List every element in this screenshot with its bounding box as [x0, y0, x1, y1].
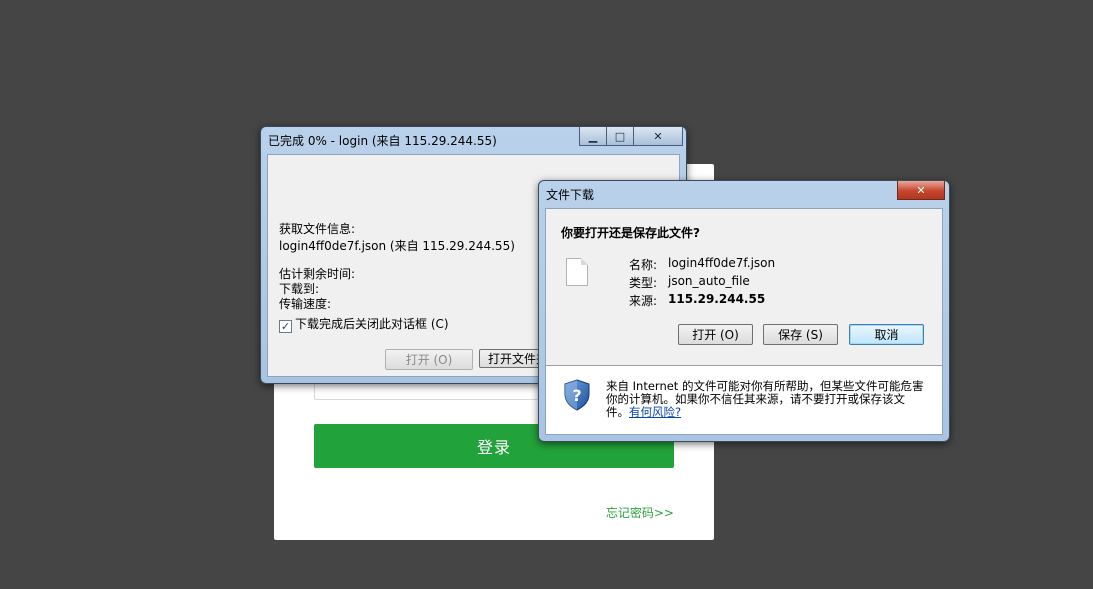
shield-icon: ? — [564, 379, 590, 411]
warning-panel: ? 来自 Internet 的文件可能对你有所帮助，但某些文件可能危害你的计算机… — [546, 366, 942, 434]
progress-close-button[interactable]: ✕ — [633, 127, 683, 146]
open-button[interactable]: 打开 (O) — [678, 324, 753, 345]
progress-titlebar[interactable]: 已完成 0% - login (来自 115.29.244.55) ▁ □ ✕ — [261, 127, 686, 153]
maximize-icon: □ — [614, 129, 626, 143]
speed-label: 传输速度: — [279, 297, 332, 311]
close-on-complete-checkbox[interactable]: ✓ 下载完成后关闭此对话框 (C) — [279, 315, 449, 333]
svg-text:?: ? — [572, 386, 581, 405]
source-value: 115.29.244.55 — [668, 292, 766, 306]
minimize-icon: ▁ — [588, 129, 598, 143]
type-label: 类型: — [629, 276, 658, 290]
forgot-password-link[interactable]: 忘记密码>> — [606, 504, 674, 521]
status-label: 获取文件信息: — [279, 222, 356, 236]
source-label: 来源: — [629, 294, 658, 308]
close-on-complete-label: 下载完成后关闭此对话框 (C) — [295, 317, 449, 331]
dialog-titlebar[interactable]: 文件下载 ✕ — [539, 181, 949, 207]
save-button[interactable]: 保存 (S) — [763, 324, 838, 345]
file-download-dialog: 文件下载 ✕ 你要打开还是保存此文件? 名称: login4ff0de7f.js… — [538, 180, 950, 442]
dialog-close-button[interactable]: ✕ — [897, 181, 945, 200]
name-label: 名称: — [629, 258, 658, 272]
risk-link[interactable]: 有何风险? — [629, 405, 681, 419]
dialog-question: 你要打开还是保存此文件? — [561, 226, 700, 240]
type-value: json_auto_file — [668, 274, 750, 288]
file-line: login4ff0de7f.json (来自 115.29.244.55) — [279, 239, 515, 253]
name-value: login4ff0de7f.json — [668, 256, 776, 270]
progress-window-title: 已完成 0% - login (来自 115.29.244.55) — [268, 134, 497, 148]
progress-open-button[interactable]: 打开 (O) — [385, 349, 473, 370]
dialog-client-area: 你要打开还是保存此文件? 名称: login4ff0de7f.json 类型: … — [545, 208, 943, 435]
file-icon — [566, 258, 588, 286]
maximize-button[interactable]: □ — [606, 127, 634, 146]
checkbox-checked-icon[interactable]: ✓ — [279, 320, 292, 333]
dialog-title: 文件下载 — [546, 188, 595, 202]
close-icon: ✕ — [653, 129, 663, 143]
warning-text-block: 来自 Internet 的文件可能对你有所帮助，但某些文件可能危害你的计算机。如… — [606, 380, 924, 419]
close-icon: ✕ — [916, 183, 926, 197]
cancel-button[interactable]: 取消 — [849, 324, 924, 345]
minimize-button[interactable]: ▁ — [579, 127, 607, 146]
